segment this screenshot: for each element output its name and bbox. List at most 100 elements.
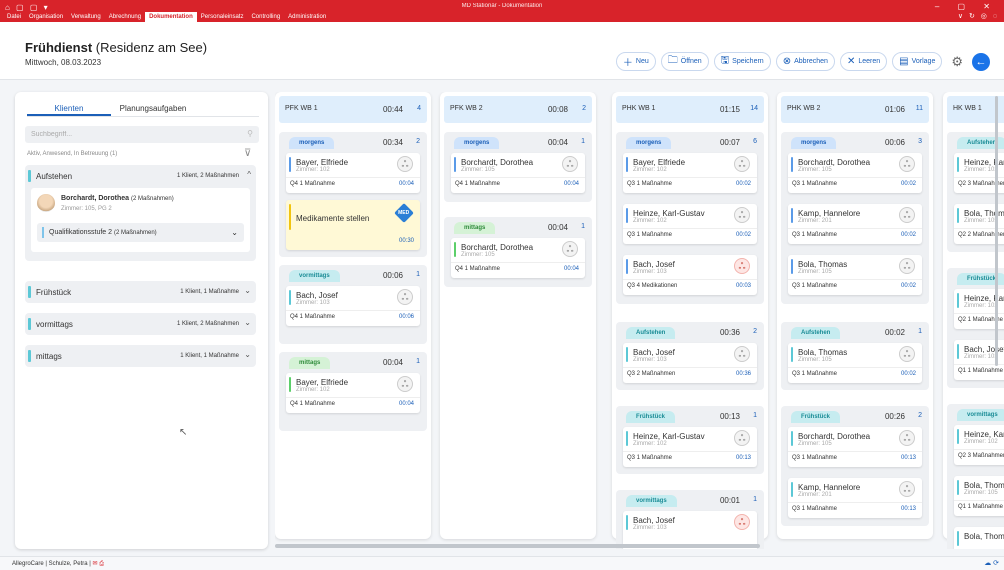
chevron-down-icon[interactable]: ⌄ (244, 350, 251, 359)
column-pfk-wb1: PFK WB 1 00:44 4 morgens 00:34 2 Bayer, Elfr… (275, 92, 431, 539)
task-card[interactable]: Bach, Josef Zimmer: 103 ஃ Q3 4 Medikation… (623, 255, 757, 295)
chevron-down-icon[interactable]: ⌄ (244, 318, 251, 327)
task-card[interactable]: Borchardt, Dorothea Zimmer: 105 ஃ Q3 1 Ma… (788, 153, 922, 193)
task-card[interactable]: Borchardt, Dorothea Zimmer: 105 ஃ Q3 1 Ma… (788, 427, 922, 467)
group-name: Aufstehen (36, 172, 73, 181)
clear-button[interactable]: ✕ Leeren (839, 52, 888, 71)
menu-dokumentation[interactable]: Dokumentation (145, 12, 197, 22)
template-icon: ▤ (899, 56, 909, 67)
vertical-scrollbar[interactable] (995, 96, 998, 366)
column-header[interactable]: PFK WB 1 00:44 4 (279, 96, 427, 123)
column-header[interactable]: PHK WB 1 01:15 14 (616, 96, 764, 123)
tab-klienten[interactable]: Klienten (27, 102, 111, 116)
task-card-medication[interactable]: Medikamente stellen MED 00:30 (286, 200, 420, 250)
section-fruehstueck: Frühstück 00:26 2 Borchardt, Dorothea Zimme… (781, 406, 929, 526)
section-fruehstueck: Frühstück 00:13 1 Heinze, Karl-Gustav Zimme… (616, 406, 764, 474)
section-mittags: mittags 00:04 1 Bayer, Elfriede Zimmer: 102… (279, 352, 427, 431)
care-icon: ஃ (734, 156, 750, 172)
column-pfk-wb2: PFK WB 2 00:08 2 morgens 00:04 1 Borchardt, … (440, 92, 596, 539)
status-text: AllegroCare | Schulze, Petra | ✉ ⎙ (12, 561, 105, 567)
group-name: vormittags (36, 320, 73, 329)
section-label: Frühstück (626, 411, 676, 423)
horizontal-scrollbar[interactable] (275, 544, 760, 548)
task-card[interactable]: Heinze, Karl-GustavZimmer: 102 Q2 3 Maßn… (954, 425, 1004, 465)
care-icon: ஃ (899, 156, 915, 172)
menu-controlling[interactable]: Controlling (247, 12, 284, 22)
group-aufstehen[interactable]: Aufstehen 1 Klient, 2 Maßnahmen ^ Borcha… (25, 165, 256, 261)
template-button[interactable]: ▤ Vorlage (892, 52, 943, 71)
client-name: Borchardt, Dorothea (2 Maßnahmen) (61, 195, 174, 202)
save-icon: 🖫 (720, 55, 730, 66)
client-card[interactable]: Borchardt, Dorothea (2 Maßnahmen) Zimmer… (31, 188, 250, 252)
section-morgens: morgens 00:07 6 Bayer, Elfriede Zimmer: 102… (616, 132, 764, 304)
section-label: vormittags (626, 495, 677, 507)
chevron-down-icon[interactable]: ⌄ (231, 228, 238, 237)
status-icons: ✉ ⎙ (92, 561, 105, 567)
cancel-circle-icon: ⊗ (782, 56, 792, 67)
window-controls[interactable]: – ▢ ✕ (935, 2, 998, 11)
task-card[interactable]: Heinze, Karl-Gustav Zimmer: 102 ஃ Q3 1 Ma… (623, 427, 757, 467)
qualification-row[interactable]: Qualifikationsstufe 2 (2 Maßnahmen) ⌄ (37, 223, 244, 242)
task-card[interactable]: Heinze, Karl-Gustav Zimmer: 102 ஃ Q3 1 Ma… (623, 204, 757, 244)
menu-abrechnung[interactable]: Abrechnung (105, 12, 145, 22)
search-icon[interactable]: ⚲ (247, 129, 253, 138)
task-card[interactable]: Kamp, Hannelore Zimmer: 201 ஃ Q3 1 Maßnah… (788, 478, 922, 518)
sync-icon[interactable]: ☁ ⟳ (984, 559, 999, 567)
open-button[interactable]: 🗀 Öffnen (660, 52, 709, 71)
care-icon: ஃ (899, 258, 915, 274)
section-label: morgens (791, 137, 837, 149)
menu-organisation[interactable]: Organisation (25, 12, 67, 22)
task-card[interactable]: Bayer, Elfriede Zimmer: 102 ஃ Q4 1 Maßnah… (286, 153, 420, 193)
tab-planungsaufgaben[interactable]: Planungsaufgaben (111, 102, 195, 116)
section-label: mittags (454, 222, 496, 234)
close-icon: ✕ (846, 56, 856, 67)
gear-icon[interactable]: ⚙ (951, 54, 963, 70)
care-icon: ஃ (899, 430, 915, 446)
task-card[interactable]: Bola, Thomas (954, 527, 1004, 549)
menu-verwaltung[interactable]: Verwaltung (67, 12, 105, 22)
group-color-bar (28, 350, 31, 362)
care-icon: ஃ (899, 207, 915, 223)
group-mittags[interactable]: mittags 1 Klient, 1 Maßnahme ⌄ (25, 345, 256, 367)
group-info: 1 Klient, 2 Maßnahmen (176, 173, 239, 179)
group-vormittags[interactable]: vormittags 1 Klient, 2 Maßnahmen ⌄ (25, 313, 256, 335)
task-card[interactable]: Bola, Thomas Zimmer: 105 ஃ Q3 1 Maßnahme 0… (788, 255, 922, 295)
column-header[interactable]: PFK WB 2 00:08 2 (444, 96, 592, 123)
task-card[interactable]: Borchardt, Dorothea Zimmer: 105 ஃ Q4 1 Ma… (451, 238, 585, 278)
task-card[interactable]: Kamp, Hannelore Zimmer: 201 ஃ Q3 1 Maßnah… (788, 204, 922, 244)
title-bar: ⌂ ▢ ▢ ▾ MD Stationär - Dokumentation – ▢… (0, 0, 1004, 22)
chevron-down-icon[interactable]: ⌄ (244, 286, 251, 295)
menu-personaleinsatz[interactable]: Personaleinsatz (197, 12, 248, 22)
section-vormittags: vormittags 00:06 1 Bach, Josef Zimmer: 103 … (279, 265, 427, 344)
search-input[interactable] (31, 126, 231, 143)
care-icon: ஃ (562, 156, 578, 172)
section-vormittags: vormittags 00:01 1 Bach, Josef Zimmer: 103 … (616, 490, 764, 549)
column-header[interactable]: PHK WB 2 01:06 11 (781, 96, 929, 123)
menu-administration[interactable]: Administration (284, 12, 330, 22)
qualification-color-bar (42, 227, 44, 238)
section-label: Aufstehen (626, 327, 676, 339)
save-button[interactable]: 🖫 Speichern (713, 52, 771, 71)
column-phk-wb1: PHK WB 1 01:15 14 morgens 00:07 6 Bayer, Elf… (612, 92, 768, 549)
group-name: mittags (36, 352, 62, 361)
task-card[interactable]: Bach, Josef Zimmer: 103 ஃ Q4 1 Maßnahme 00… (286, 286, 420, 326)
section-label: morgens (626, 137, 672, 149)
task-card[interactable]: Borchardt, Dorothea Zimmer: 105 ஃ Q4 1 Ma… (451, 153, 585, 193)
care-icon: ஃ (734, 207, 750, 223)
task-card[interactable]: Bach, Josef Zimmer: 103 ஃ Q3 2 Maßnahmen 0… (623, 343, 757, 383)
group-fruehstueck[interactable]: Frühstück 1 Klient, 1 Maßnahme ⌄ (25, 281, 256, 303)
care-icon: ஃ (899, 481, 915, 497)
section-label: mittags (289, 357, 331, 369)
cancel-button[interactable]: ⊗ Abbrechen (775, 52, 835, 71)
ribbon-right-icons[interactable]: ∨ ↻ ◎ ◌ (958, 12, 999, 22)
filter-icon[interactable]: ⊽ (244, 148, 251, 159)
plus-icon: ＋ (622, 58, 633, 69)
task-card[interactable]: Bola, Thomas Zimmer: 105 ஃ Q3 1 Maßnahme 0… (788, 343, 922, 383)
task-card[interactable]: Bayer, Elfriede Zimmer: 102 ஃ Q3 1 Maßnah… (623, 153, 757, 193)
menu-datei[interactable]: Datei (3, 12, 25, 22)
new-button[interactable]: ＋ Neu (615, 52, 656, 71)
back-arrow-icon[interactable]: ← (972, 52, 990, 71)
task-card[interactable]: Bayer, Elfriede Zimmer: 102 ஃ Q4 1 Maßnah… (286, 373, 420, 413)
chevron-up-icon[interactable]: ^ (247, 170, 251, 179)
task-card[interactable]: Bola, ThomasZimmer: 105 Q1 1 Maßnahme (954, 476, 1004, 516)
